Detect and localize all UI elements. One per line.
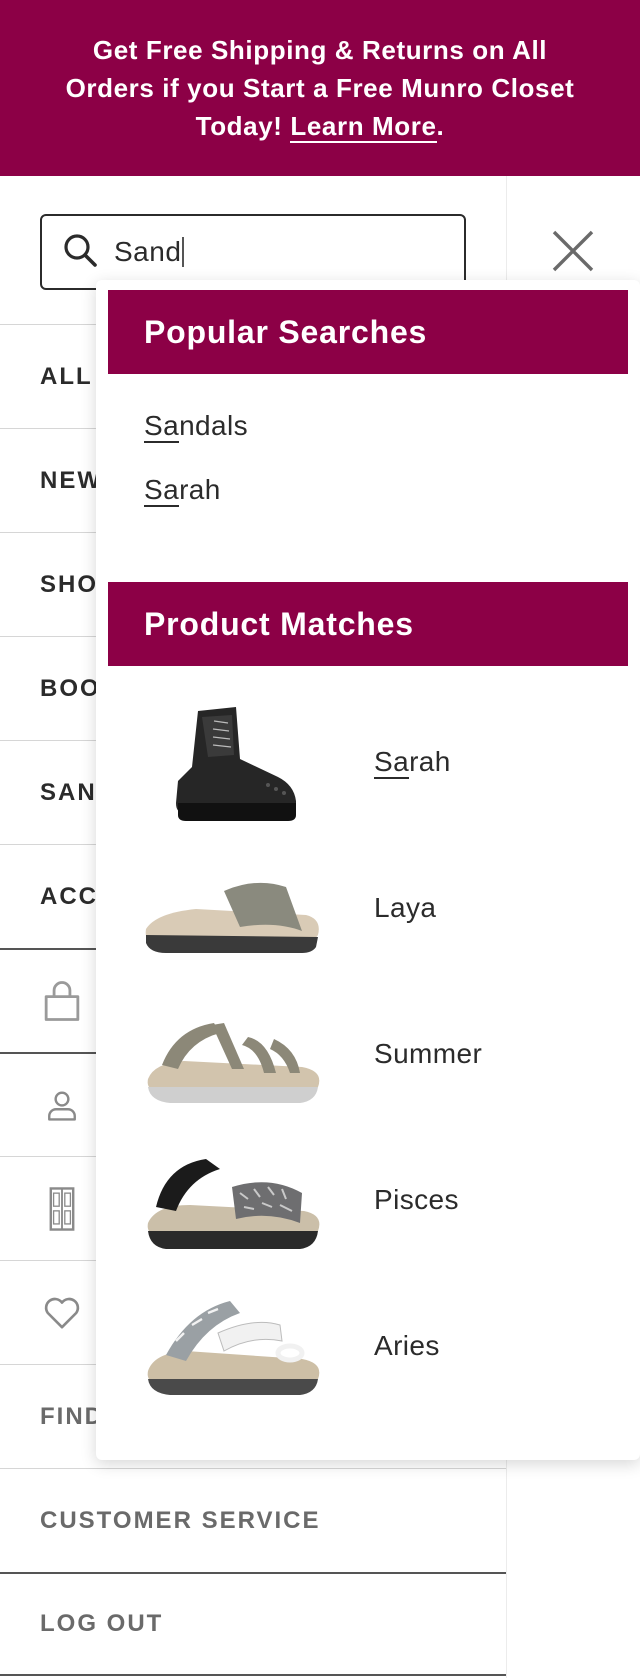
product-name-rest: Summer bbox=[374, 1038, 483, 1069]
close-button[interactable] bbox=[548, 226, 598, 276]
suggestion-match: Sa bbox=[144, 410, 180, 443]
promo-line-3: Today! bbox=[195, 111, 283, 141]
nav-label: NEW bbox=[40, 466, 102, 494]
suggestion-match: Sa bbox=[144, 474, 180, 507]
product-match-summer[interactable]: Summer bbox=[136, 986, 616, 1122]
promo-line-2: Orders if you Start a Free Munro Closet bbox=[65, 73, 575, 103]
promo-trail: . bbox=[436, 111, 445, 141]
search-query: Sand bbox=[114, 236, 182, 267]
nav-item-customer-service[interactable]: CUSTOMER SERVICE bbox=[0, 1468, 506, 1572]
nav-label: SHO bbox=[40, 570, 99, 598]
closet-icon bbox=[40, 1186, 84, 1231]
product-image-black-sandal bbox=[136, 1135, 326, 1265]
product-matches-header: Product Matches bbox=[108, 582, 628, 666]
product-name-rest: Pisces bbox=[374, 1184, 459, 1215]
popular-searches-header: Popular Searches bbox=[108, 290, 628, 374]
nav-label: CUSTOMER SERVICE bbox=[40, 1506, 321, 1534]
product-match-pisces[interactable]: Pisces bbox=[136, 1132, 616, 1268]
product-name-match: Sa bbox=[374, 746, 410, 779]
nav-item-log-out[interactable]: LOG OUT bbox=[0, 1572, 506, 1676]
suggestion-sarah[interactable]: Sarah bbox=[144, 474, 221, 507]
learn-more-link[interactable]: Learn More bbox=[290, 111, 437, 143]
bag-icon bbox=[40, 979, 84, 1023]
promo-text: Get Free Shipping & Returns on All Order… bbox=[66, 31, 575, 145]
product-name: Aries bbox=[374, 1330, 440, 1362]
nav-label: ACC bbox=[40, 882, 98, 910]
user-icon bbox=[40, 1083, 84, 1127]
suggestion-rest: rah bbox=[179, 474, 221, 505]
nav-label: ALL bbox=[40, 362, 93, 390]
product-match-sarah[interactable]: Sarah bbox=[136, 694, 616, 830]
product-name-rest: Aries bbox=[374, 1330, 440, 1361]
heart-icon bbox=[40, 1291, 84, 1335]
product-image-strappy-sandal bbox=[136, 989, 326, 1119]
search-suggestions-dropdown: Popular Searches Sandals Sarah Product M… bbox=[96, 280, 640, 1460]
suggestion-rest: ndals bbox=[179, 410, 248, 441]
close-icon bbox=[552, 230, 594, 272]
nav-label: FIND bbox=[40, 1402, 104, 1430]
product-match-laya[interactable]: Laya bbox=[136, 840, 616, 976]
nav-label: LOG OUT bbox=[40, 1610, 164, 1637]
product-image-slide bbox=[136, 843, 326, 973]
search-input[interactable]: Sand bbox=[40, 214, 466, 290]
promo-line-1: Get Free Shipping & Returns on All bbox=[92, 35, 548, 65]
nav-label: SAN bbox=[40, 778, 97, 806]
product-name: Sarah bbox=[374, 746, 451, 779]
product-image-boot bbox=[136, 697, 326, 827]
product-name: Summer bbox=[374, 1038, 482, 1070]
search-icon bbox=[62, 232, 98, 273]
text-caret bbox=[182, 237, 185, 267]
product-name-rest: rah bbox=[409, 746, 451, 777]
suggestion-sandals[interactable]: Sandals bbox=[144, 410, 248, 443]
nav-label: BOO bbox=[40, 674, 101, 702]
product-image-toe-loop-sandal bbox=[136, 1281, 326, 1411]
product-name-rest: Laya bbox=[374, 892, 437, 923]
product-name: Laya bbox=[374, 892, 436, 924]
product-name: Pisces bbox=[374, 1184, 459, 1216]
product-match-aries[interactable]: Aries bbox=[136, 1278, 616, 1414]
promo-banner: Get Free Shipping & Returns on All Order… bbox=[0, 0, 640, 176]
